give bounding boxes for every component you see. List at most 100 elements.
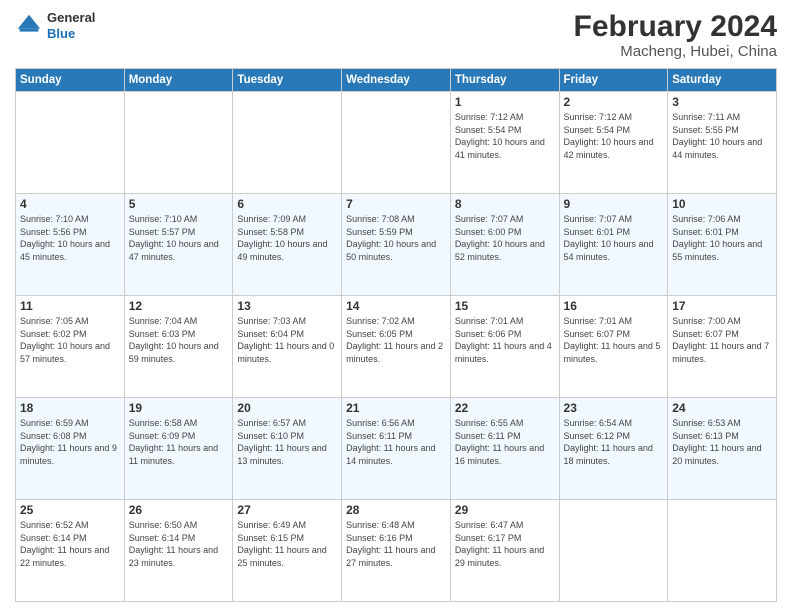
day-number: 11 bbox=[20, 299, 120, 313]
calendar-cell: 17 Sunrise: 7:00 AMSunset: 6:07 PMDayligh… bbox=[668, 296, 777, 398]
weekday-header-row: SundayMondayTuesdayWednesdayThursdayFrid… bbox=[16, 69, 777, 92]
calendar-cell: 18 Sunrise: 6:59 AMSunset: 6:08 PMDayligh… bbox=[16, 398, 125, 500]
calendar-title: February 2024 bbox=[574, 10, 777, 43]
calendar-week-0: 1 Sunrise: 7:12 AMSunset: 5:54 PMDaylight… bbox=[16, 92, 777, 194]
calendar-location: Macheng, Hubei, China bbox=[574, 43, 777, 60]
day-number: 3 bbox=[672, 95, 772, 109]
day-info: Sunrise: 7:08 AMSunset: 5:59 PMDaylight:… bbox=[346, 213, 446, 263]
day-number: 17 bbox=[672, 299, 772, 313]
day-info: Sunrise: 7:07 AMSunset: 6:01 PMDaylight:… bbox=[564, 213, 664, 263]
day-info: Sunrise: 6:47 AMSunset: 6:17 PMDaylight:… bbox=[455, 519, 555, 569]
day-info: Sunrise: 6:58 AMSunset: 6:09 PMDaylight:… bbox=[129, 417, 229, 467]
day-number: 23 bbox=[564, 401, 664, 415]
logo-icon bbox=[15, 12, 43, 40]
day-info: Sunrise: 7:10 AMSunset: 5:57 PMDaylight:… bbox=[129, 213, 229, 263]
calendar-cell bbox=[559, 500, 668, 602]
day-number: 10 bbox=[672, 197, 772, 211]
day-number: 6 bbox=[237, 197, 337, 211]
day-number: 9 bbox=[564, 197, 664, 211]
day-number: 16 bbox=[564, 299, 664, 313]
day-info: Sunrise: 7:00 AMSunset: 6:07 PMDaylight:… bbox=[672, 315, 772, 365]
day-info: Sunrise: 7:06 AMSunset: 6:01 PMDaylight:… bbox=[672, 213, 772, 263]
day-number: 5 bbox=[129, 197, 229, 211]
calendar-cell: 16 Sunrise: 7:01 AMSunset: 6:07 PMDayligh… bbox=[559, 296, 668, 398]
calendar-cell: 23 Sunrise: 6:54 AMSunset: 6:12 PMDayligh… bbox=[559, 398, 668, 500]
weekday-header-friday: Friday bbox=[559, 69, 668, 92]
day-number: 14 bbox=[346, 299, 446, 313]
calendar-cell: 7Sunrise: 7:08 AMSunset: 5:59 PMDaylight… bbox=[342, 194, 451, 296]
day-number: 4 bbox=[20, 197, 120, 211]
day-number: 15 bbox=[455, 299, 555, 313]
weekday-header-tuesday: Tuesday bbox=[233, 69, 342, 92]
day-info: Sunrise: 7:03 AMSunset: 6:04 PMDaylight:… bbox=[237, 315, 337, 365]
calendar-cell: 5 Sunrise: 7:10 AMSunset: 5:57 PMDaylight… bbox=[124, 194, 233, 296]
day-number: 24 bbox=[672, 401, 772, 415]
calendar-cell: 20Sunrise: 6:57 AMSunset: 6:10 PMDayligh… bbox=[233, 398, 342, 500]
title-block: February 2024 Macheng, Hubei, China bbox=[574, 10, 777, 60]
logo-blue: Blue bbox=[47, 26, 95, 42]
weekday-header-thursday: Thursday bbox=[450, 69, 559, 92]
day-info: Sunrise: 6:49 AMSunset: 6:15 PMDaylight:… bbox=[237, 519, 337, 569]
day-info: Sunrise: 7:01 AMSunset: 6:07 PMDaylight:… bbox=[564, 315, 664, 365]
day-number: 2 bbox=[564, 95, 664, 109]
logo: General Blue bbox=[15, 10, 95, 41]
calendar-cell: 15 Sunrise: 7:01 AMSunset: 6:06 PMDayligh… bbox=[450, 296, 559, 398]
day-info: Sunrise: 6:56 AMSunset: 6:11 PMDaylight:… bbox=[346, 417, 446, 467]
calendar-week-4: 25 Sunrise: 6:52 AMSunset: 6:14 PMDayligh… bbox=[16, 500, 777, 602]
calendar-cell: 29Sunrise: 6:47 AMSunset: 6:17 PMDayligh… bbox=[450, 500, 559, 602]
calendar-cell bbox=[342, 92, 451, 194]
day-info: Sunrise: 6:54 AMSunset: 6:12 PMDaylight:… bbox=[564, 417, 664, 467]
day-info: Sunrise: 7:04 AMSunset: 6:03 PMDaylight:… bbox=[129, 315, 229, 365]
calendar-cell: 19 Sunrise: 6:58 AMSunset: 6:09 PMDayligh… bbox=[124, 398, 233, 500]
day-info: Sunrise: 6:52 AMSunset: 6:14 PMDaylight:… bbox=[20, 519, 120, 569]
calendar-cell: 6Sunrise: 7:09 AMSunset: 5:58 PMDaylight… bbox=[233, 194, 342, 296]
day-info: Sunrise: 7:12 AMSunset: 5:54 PMDaylight:… bbox=[455, 111, 555, 161]
calendar-cell: 14 Sunrise: 7:02 AMSunset: 6:05 PMDayligh… bbox=[342, 296, 451, 398]
day-number: 13 bbox=[237, 299, 337, 313]
calendar-cell: 28Sunrise: 6:48 AMSunset: 6:16 PMDayligh… bbox=[342, 500, 451, 602]
calendar-cell: 26Sunrise: 6:50 AMSunset: 6:14 PMDayligh… bbox=[124, 500, 233, 602]
calendar-cell: 21 Sunrise: 6:56 AMSunset: 6:11 PMDayligh… bbox=[342, 398, 451, 500]
calendar-week-1: 4 Sunrise: 7:10 AMSunset: 5:56 PMDaylight… bbox=[16, 194, 777, 296]
calendar-week-3: 18 Sunrise: 6:59 AMSunset: 6:08 PMDayligh… bbox=[16, 398, 777, 500]
calendar-cell bbox=[668, 500, 777, 602]
calendar-cell: 27 Sunrise: 6:49 AMSunset: 6:15 PMDayligh… bbox=[233, 500, 342, 602]
weekday-header-saturday: Saturday bbox=[668, 69, 777, 92]
header: General Blue February 2024 Macheng, Hube… bbox=[15, 10, 777, 60]
day-info: Sunrise: 6:53 AMSunset: 6:13 PMDaylight:… bbox=[672, 417, 772, 467]
day-info: Sunrise: 6:55 AMSunset: 6:11 PMDaylight:… bbox=[455, 417, 555, 467]
day-number: 19 bbox=[129, 401, 229, 415]
day-number: 27 bbox=[237, 503, 337, 517]
page: General Blue February 2024 Macheng, Hube… bbox=[0, 0, 792, 612]
calendar-cell: 10 Sunrise: 7:06 AMSunset: 6:01 PMDayligh… bbox=[668, 194, 777, 296]
calendar-week-2: 11 Sunrise: 7:05 AMSunset: 6:02 PMDayligh… bbox=[16, 296, 777, 398]
day-info: Sunrise: 7:05 AMSunset: 6:02 PMDaylight:… bbox=[20, 315, 120, 365]
calendar-cell bbox=[16, 92, 125, 194]
calendar-cell bbox=[124, 92, 233, 194]
day-info: Sunrise: 7:02 AMSunset: 6:05 PMDaylight:… bbox=[346, 315, 446, 365]
day-info: Sunrise: 7:07 AMSunset: 6:00 PMDaylight:… bbox=[455, 213, 555, 263]
day-number: 8 bbox=[455, 197, 555, 211]
weekday-header-wednesday: Wednesday bbox=[342, 69, 451, 92]
calendar-cell: 4 Sunrise: 7:10 AMSunset: 5:56 PMDaylight… bbox=[16, 194, 125, 296]
day-info: Sunrise: 7:10 AMSunset: 5:56 PMDaylight:… bbox=[20, 213, 120, 263]
day-number: 25 bbox=[20, 503, 120, 517]
day-number: 20 bbox=[237, 401, 337, 415]
day-number: 21 bbox=[346, 401, 446, 415]
calendar-cell: 8 Sunrise: 7:07 AMSunset: 6:00 PMDaylight… bbox=[450, 194, 559, 296]
calendar-cell: 3 Sunrise: 7:11 AMSunset: 5:55 PMDaylight… bbox=[668, 92, 777, 194]
calendar-cell: 25 Sunrise: 6:52 AMSunset: 6:14 PMDayligh… bbox=[16, 500, 125, 602]
day-info: Sunrise: 6:59 AMSunset: 6:08 PMDaylight:… bbox=[20, 417, 120, 467]
day-info: Sunrise: 7:11 AMSunset: 5:55 PMDaylight:… bbox=[672, 111, 772, 161]
day-info: Sunrise: 7:01 AMSunset: 6:06 PMDaylight:… bbox=[455, 315, 555, 365]
calendar-table: SundayMondayTuesdayWednesdayThursdayFrid… bbox=[15, 68, 777, 602]
calendar-cell: 1 Sunrise: 7:12 AMSunset: 5:54 PMDaylight… bbox=[450, 92, 559, 194]
logo-text: General Blue bbox=[47, 10, 95, 41]
calendar-cell: 13 Sunrise: 7:03 AMSunset: 6:04 PMDayligh… bbox=[233, 296, 342, 398]
calendar-cell: 11 Sunrise: 7:05 AMSunset: 6:02 PMDayligh… bbox=[16, 296, 125, 398]
day-number: 18 bbox=[20, 401, 120, 415]
day-number: 22 bbox=[455, 401, 555, 415]
logo-general: General bbox=[47, 10, 95, 26]
weekday-header-monday: Monday bbox=[124, 69, 233, 92]
day-number: 1 bbox=[455, 95, 555, 109]
